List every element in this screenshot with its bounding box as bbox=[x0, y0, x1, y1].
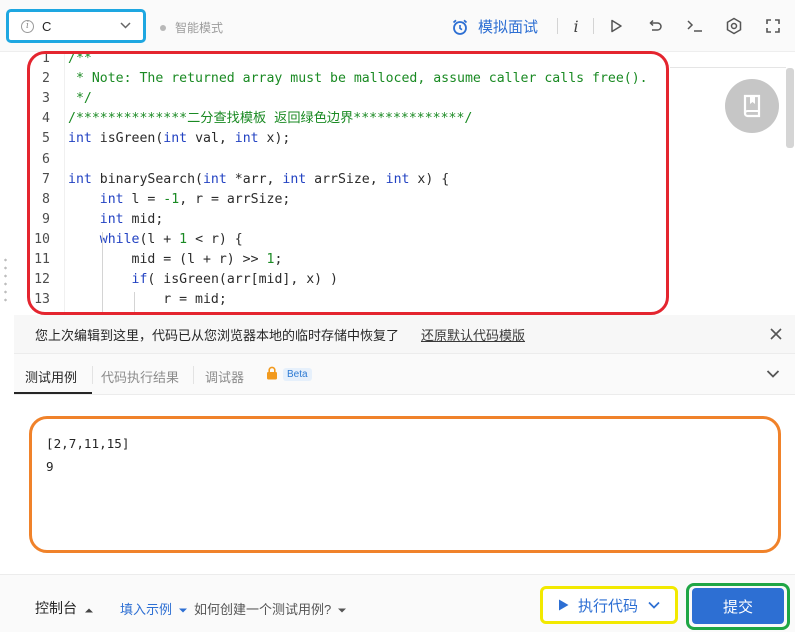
notes-button[interactable] bbox=[725, 79, 779, 133]
lock-icon bbox=[266, 366, 278, 385]
editor-ruler bbox=[670, 67, 786, 68]
code-editor[interactable]: 1 /** 2 * Note: The returned array must be… bbox=[14, 52, 795, 314]
editor-scrollbar[interactable] bbox=[786, 68, 794, 148]
mock-interview-button[interactable]: 模拟面试 bbox=[451, 16, 538, 37]
how-create-label: 如何创建一个测试用例? bbox=[194, 602, 332, 617]
run-code-label: 执行代码 bbox=[577, 597, 638, 615]
indent-guide bbox=[134, 292, 135, 314]
code-line: 13 r = mid; bbox=[14, 290, 774, 310]
code-text: */ bbox=[68, 91, 92, 107]
console-tabs: 测试用例 代码执行结果 调试器 Beta bbox=[14, 353, 795, 395]
toolbar-divider bbox=[593, 18, 594, 34]
submit-button[interactable]: 提交 bbox=[692, 588, 784, 624]
status-dot bbox=[160, 24, 166, 31]
line-number: 10 bbox=[34, 231, 50, 247]
beta-badge: Beta bbox=[283, 368, 312, 381]
code-line: 2 * Note: The returned array must be mal… bbox=[14, 69, 774, 89]
smart-mode-toggle[interactable]: 智能模式 bbox=[160, 19, 223, 36]
code-text: int l = -1, r = arrSize; bbox=[99, 191, 291, 207]
restore-message: 您上次编辑到这里，代码已从您浏览器本地的临时存储中恢复了 bbox=[35, 328, 400, 343]
tab-divider bbox=[92, 366, 93, 384]
chevron-down-icon bbox=[648, 601, 660, 609]
testcase-input[interactable]: [2,7,11,15] 9 bbox=[29, 416, 781, 553]
code-line: 8 int l = -1, r = arrSize; bbox=[14, 190, 774, 210]
tab-debugger[interactable]: 调试器 bbox=[205, 367, 244, 386]
restore-default-template-link[interactable]: 还原默认代码模版 bbox=[421, 325, 525, 344]
toolbar-divider bbox=[557, 18, 558, 34]
code-line: 7 int binarySearch(int *arr, int arrSize,… bbox=[14, 170, 774, 190]
editor-toolbar: i C 智能模式 模拟面试 i bbox=[0, 0, 795, 52]
line-number: 11 bbox=[34, 252, 50, 267]
fill-example-button[interactable]: 填入示例 bbox=[120, 599, 187, 618]
line-number: 5 bbox=[42, 131, 50, 147]
line-number: 3 bbox=[42, 91, 50, 107]
code-line: 6 bbox=[14, 150, 774, 170]
close-icon[interactable] bbox=[766, 324, 786, 344]
code-line: 10 while(l + 1 < r) { bbox=[14, 230, 774, 250]
line-number: 7 bbox=[42, 171, 50, 187]
line-number: 9 bbox=[42, 211, 50, 227]
mock-interview-label: 模拟面试 bbox=[478, 19, 539, 36]
restore-notice: 您上次编辑到这里，代码已从您浏览器本地的临时存储中恢复了 还原默认代码模版 bbox=[14, 315, 795, 353]
testcase-line: [2,7,11,15] bbox=[46, 436, 130, 451]
alarm-clock-icon bbox=[452, 19, 468, 35]
code-text: /** bbox=[68, 52, 92, 66]
info-icon[interactable]: i bbox=[565, 15, 587, 37]
code-text: * Note: The returned array must be mallo… bbox=[68, 71, 648, 87]
code-text: mid = (l + r) >> 1; bbox=[68, 252, 283, 267]
line-number: 8 bbox=[42, 191, 50, 207]
caret-up-icon bbox=[84, 608, 93, 613]
resize-handle[interactable] bbox=[4, 256, 7, 302]
language-select[interactable]: i C bbox=[6, 9, 146, 43]
line-number: 13 bbox=[34, 292, 50, 308]
terminal-icon[interactable] bbox=[684, 15, 706, 37]
tab-run-results[interactable]: 代码执行结果 bbox=[101, 367, 179, 386]
code-text: int binarySearch(int *arr, int arrSize, … bbox=[68, 171, 450, 187]
run-code-button[interactable]: 执行代码 bbox=[540, 586, 678, 624]
code-text: r = mid; bbox=[68, 292, 227, 308]
code-text: int mid; bbox=[99, 211, 164, 227]
smart-mode-label: 智能模式 bbox=[175, 21, 224, 35]
console-label: 控制台 bbox=[35, 600, 77, 616]
tab-divider bbox=[193, 366, 194, 384]
code-line: 4 /**************二分查找模板 返回绿色边界***********… bbox=[14, 109, 774, 129]
submit-label: 提交 bbox=[722, 598, 753, 616]
active-tab-indicator bbox=[14, 392, 92, 394]
code-line: 3 */ bbox=[14, 89, 774, 109]
code-line: 1 /** bbox=[14, 52, 774, 69]
line-number: 4 bbox=[42, 111, 50, 127]
testcase-line: 9 bbox=[46, 459, 54, 474]
caret-down-icon bbox=[337, 608, 346, 613]
reset-icon[interactable] bbox=[644, 15, 666, 37]
line-number: 2 bbox=[42, 71, 50, 87]
info-icon: i bbox=[21, 19, 34, 33]
fill-example-label: 填入示例 bbox=[120, 602, 173, 617]
line-number: 6 bbox=[42, 151, 50, 167]
play-icon bbox=[558, 599, 569, 611]
indent-guide bbox=[102, 232, 103, 314]
tab-test-cases[interactable]: 测试用例 bbox=[25, 367, 77, 386]
caret-down-icon bbox=[178, 608, 187, 613]
line-number: 12 bbox=[34, 272, 50, 288]
code-text: int isGreen(int val, int x); bbox=[68, 131, 291, 147]
code-line: 11 mid = (l + r) >> 1; bbox=[14, 250, 774, 270]
language-label: C bbox=[42, 18, 52, 34]
chevron-down-icon[interactable] bbox=[766, 366, 780, 384]
line-number: 1 bbox=[42, 52, 50, 66]
how-to-create-testcase-link[interactable]: 如何创建一个测试用例? bbox=[194, 599, 346, 618]
code-line: 5 int isGreen(int val, int x); bbox=[14, 129, 774, 149]
fullscreen-icon[interactable] bbox=[762, 15, 784, 37]
code-line: 9 int mid; bbox=[14, 210, 774, 230]
code-text: if( isGreen(arr[mid], x) ) bbox=[131, 272, 338, 288]
run-triangle-icon[interactable] bbox=[605, 15, 627, 37]
settings-icon[interactable] bbox=[723, 15, 745, 37]
console-button[interactable]: 控制台 bbox=[35, 598, 93, 618]
bookmark-book-icon bbox=[743, 94, 761, 118]
code-text: while(l + 1 < r) { bbox=[99, 231, 243, 247]
code-line: 12 if( isGreen(arr[mid], x) ) bbox=[14, 270, 774, 290]
code-text: /**************二分查找模板 返回绿色边界************… bbox=[68, 111, 473, 127]
chevron-down-icon bbox=[120, 20, 131, 32]
